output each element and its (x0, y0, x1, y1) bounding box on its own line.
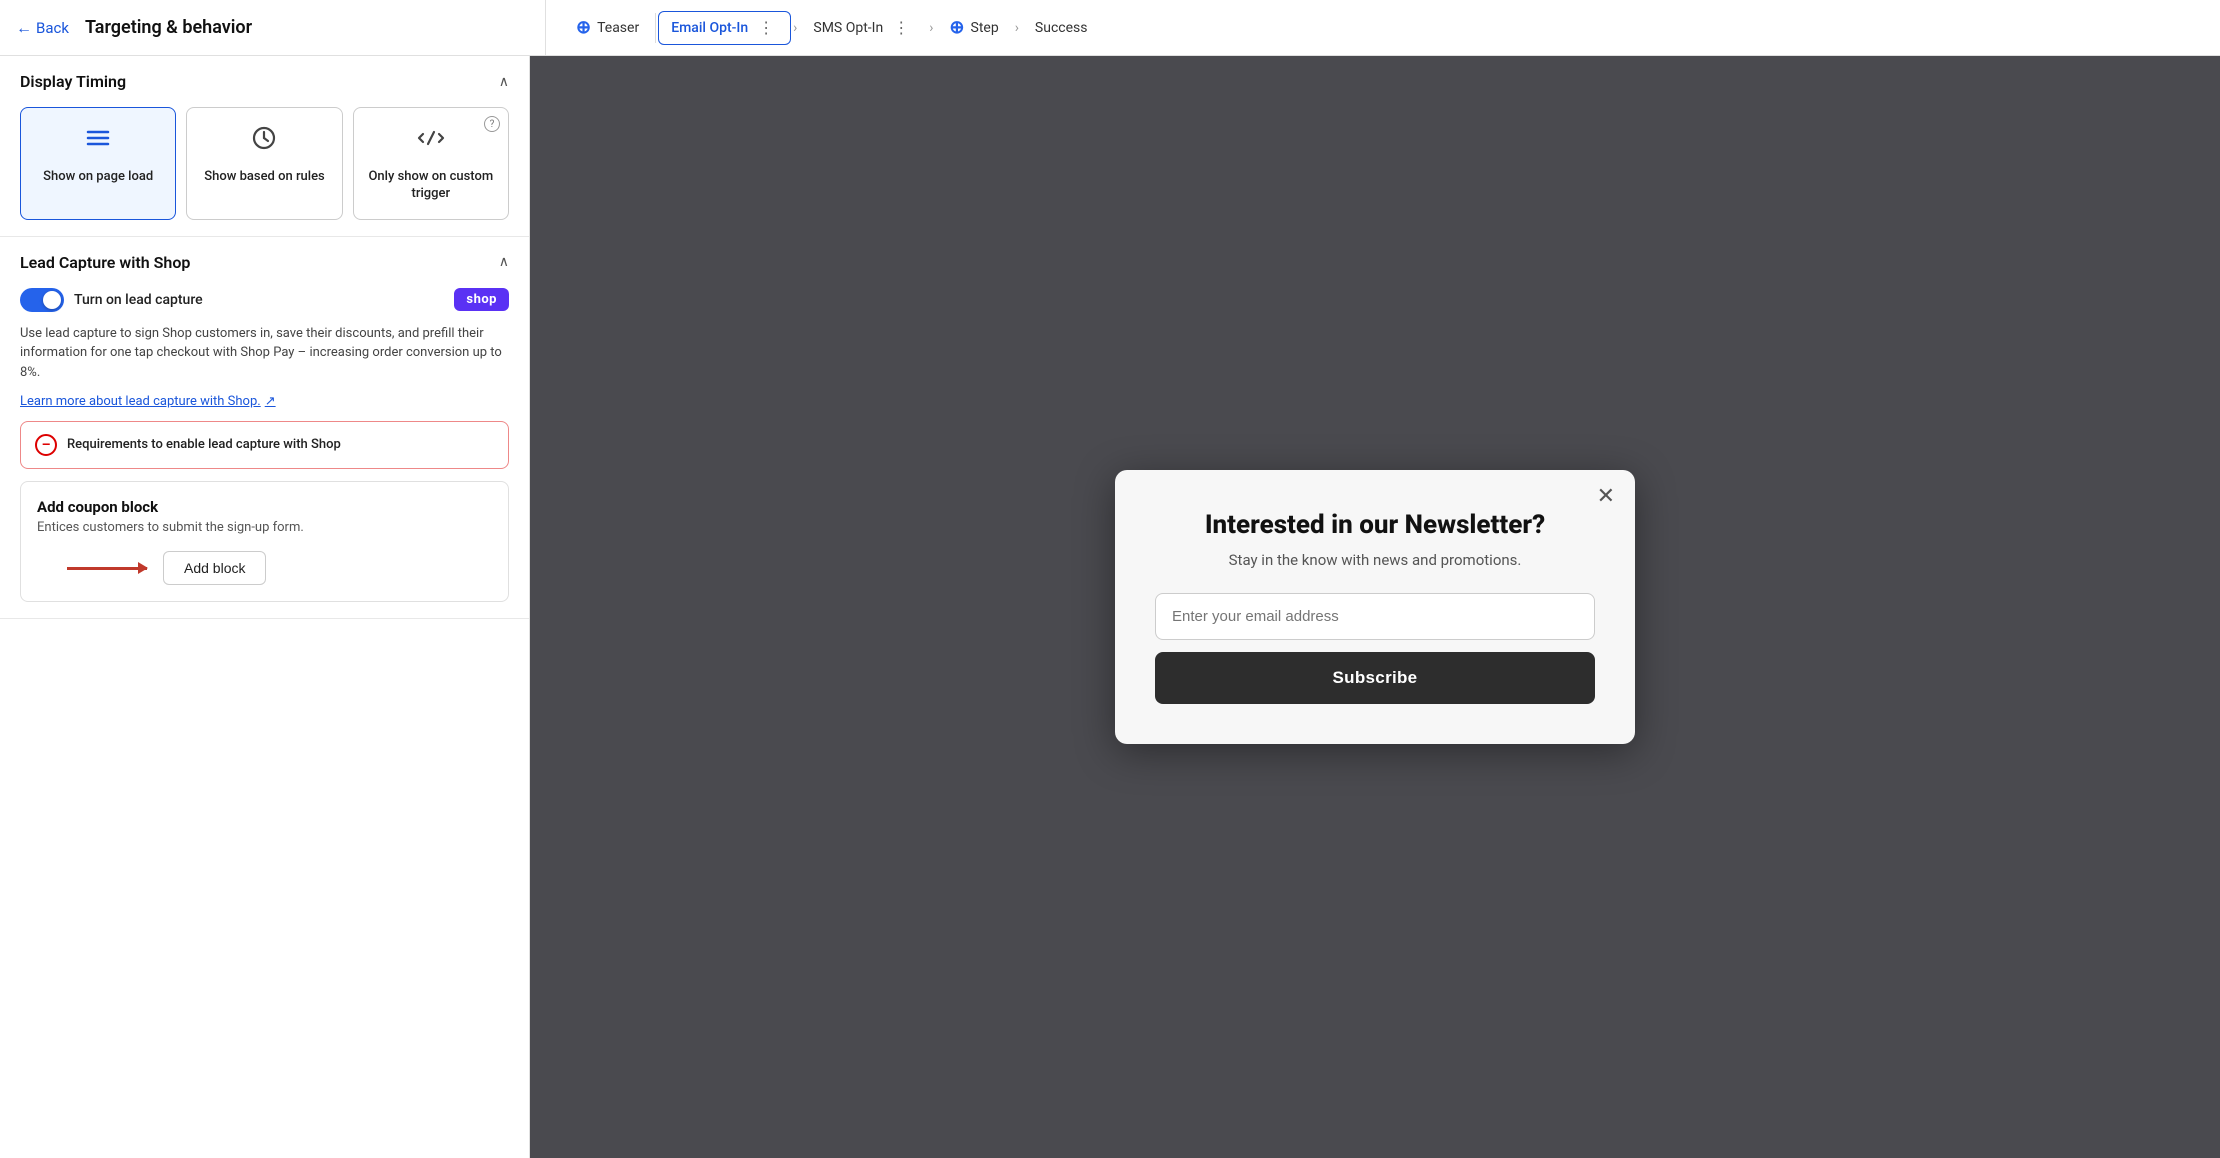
arrow-indicator (67, 567, 147, 570)
page-title: Targeting & behavior (85, 17, 252, 38)
modal-subtitle: Stay in the know with news and promotion… (1155, 551, 1595, 569)
left-panel: Display Timing ∧ Show on page load (0, 56, 530, 1158)
top-nav-left: ← Back Targeting & behavior (16, 0, 546, 55)
display-timing-section: Display Timing ∧ Show on page load (0, 56, 529, 237)
back-label: Back (36, 19, 69, 37)
step-plus-icon: ⊕ (949, 17, 964, 38)
sms-options-icon[interactable]: ⋮ (889, 18, 913, 37)
custom-trigger-icon (417, 124, 445, 159)
step-email-label: Email Opt-In (671, 20, 748, 36)
requirements-text: Requirements to enable lead capture with… (67, 436, 341, 454)
email-options-icon[interactable]: ⋮ (754, 18, 778, 37)
chevron-1-icon: › (791, 20, 799, 36)
lead-capture-collapse-icon[interactable]: ∧ (499, 254, 509, 270)
back-arrow-icon: ← (16, 18, 32, 38)
rules-icon (250, 124, 278, 159)
add-block-row: Add block (37, 551, 492, 585)
email-input[interactable] (1155, 593, 1595, 640)
timing-cards: Show on page load Show based on rules (20, 107, 509, 220)
subscribe-button[interactable]: Subscribe (1155, 652, 1595, 704)
custom-help-icon[interactable]: ? (484, 116, 500, 132)
lead-capture-toggle-label: Turn on lead capture (74, 292, 203, 308)
custom-trigger-label: Only show on custom trigger (364, 169, 498, 203)
step-divider-1 (655, 13, 656, 43)
shop-badge: shop (454, 288, 509, 311)
lead-capture-description: Use lead capture to sign Shop customers … (20, 324, 509, 383)
coupon-block: Add coupon block Entices customers to su… (20, 481, 509, 602)
page-load-label: Show on page load (43, 169, 153, 186)
display-timing-title: Display Timing (20, 72, 126, 91)
step-step-label: Step (971, 20, 999, 36)
requirements-box[interactable]: Requirements to enable lead capture with… (20, 421, 509, 469)
lead-capture-toggle[interactable] (20, 288, 64, 312)
timing-card-page-load[interactable]: Show on page load (20, 107, 176, 220)
step-email-opt-in[interactable]: Email Opt-In ⋮ (658, 11, 791, 45)
modal-close-button[interactable]: ✕ (1597, 486, 1615, 508)
step-success-label: Success (1035, 20, 1088, 36)
display-timing-collapse-icon[interactable]: ∧ (499, 74, 509, 90)
lead-capture-title: Lead Capture with Shop (20, 253, 190, 272)
step-teaser[interactable]: ⊕ Teaser (562, 0, 653, 55)
top-nav: ← Back Targeting & behavior ⊕ Teaser Ema… (0, 0, 2220, 56)
step-sms-label: SMS Opt-In (813, 20, 883, 36)
arrow-line (67, 567, 147, 570)
display-timing-header: Display Timing ∧ (20, 72, 509, 91)
lead-capture-header: Lead Capture with Shop ∧ (20, 253, 509, 272)
newsletter-modal: ✕ Interested in our Newsletter? Stay in … (1115, 470, 1635, 744)
coupon-block-title: Add coupon block (37, 498, 492, 516)
step-sms-opt-in[interactable]: SMS Opt-In ⋮ (799, 0, 927, 55)
modal-title: Interested in our Newsletter? (1155, 510, 1595, 541)
timing-card-rules[interactable]: Show based on rules (186, 107, 342, 220)
coupon-block-card: Add coupon block Entices customers to su… (20, 481, 509, 602)
back-button[interactable]: ← Back (16, 18, 69, 38)
toggle-label-group: Turn on lead capture (20, 288, 203, 312)
timing-card-custom[interactable]: ? Only show on custom trigger (353, 107, 509, 220)
lead-capture-link[interactable]: Learn more about lead capture with Shop.… (20, 394, 276, 409)
rules-label: Show based on rules (204, 169, 325, 186)
step-step[interactable]: ⊕ Step (935, 0, 1012, 55)
main-layout: Display Timing ∧ Show on page load (0, 56, 2220, 1158)
step-success[interactable]: Success (1021, 0, 1102, 55)
lead-capture-section: Lead Capture with Shop ∧ Turn on lead ca… (0, 237, 529, 620)
external-link-icon: ↗ (265, 394, 276, 409)
chevron-2-icon: › (927, 20, 935, 36)
add-block-button[interactable]: Add block (163, 551, 266, 585)
step-teaser-label: Teaser (597, 20, 639, 36)
teaser-plus-icon: ⊕ (576, 17, 591, 38)
nav-steps: ⊕ Teaser Email Opt-In ⋮ › SMS Opt-In ⋮ ›… (546, 0, 2204, 55)
right-panel: ✕ Interested in our Newsletter? Stay in … (530, 56, 2220, 1158)
lead-toggle-row: Turn on lead capture shop (20, 288, 509, 312)
page-load-icon (84, 124, 112, 159)
chevron-3-icon: › (1013, 20, 1021, 36)
lead-link-text: Learn more about lead capture with Shop. (20, 394, 261, 409)
requirements-icon (35, 434, 57, 456)
coupon-block-description: Entices customers to submit the sign-up … (37, 520, 492, 535)
